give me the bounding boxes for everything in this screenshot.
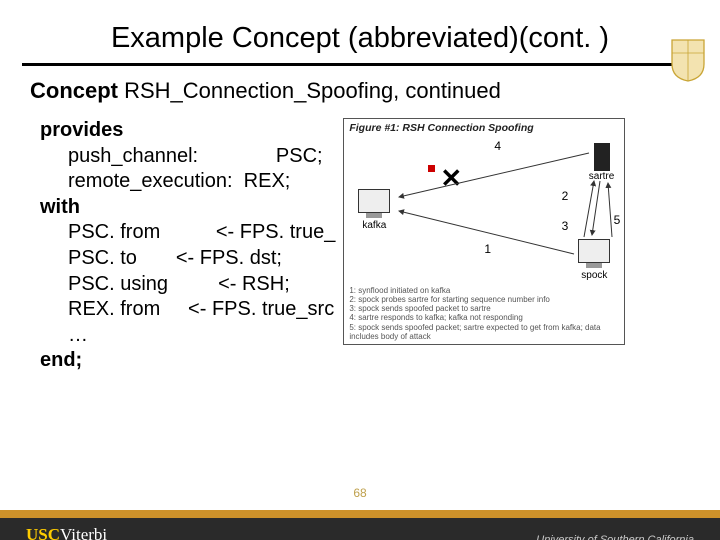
code-line: push_channel: <box>68 145 198 167</box>
caption-line: 1: synflood initiated on kafka <box>349 286 619 295</box>
viterbi-text: Viterbi <box>60 525 107 540</box>
title-divider <box>22 63 698 66</box>
code-line: REX; <box>244 170 291 192</box>
code-line: <- FPS. true_ <box>216 221 336 243</box>
code-line: PSC. using <box>68 273 168 295</box>
page-number: 68 <box>353 486 366 500</box>
x-icon: ✕ <box>440 163 462 194</box>
arrow-number: 5 <box>614 213 621 227</box>
slide-title: Example Concept (abbreviated)(cont. ) <box>0 22 720 55</box>
code-line: REX. from <box>68 298 160 320</box>
arrow-number: 4 <box>494 139 501 153</box>
arrow-number: 3 <box>562 219 569 233</box>
red-dot-icon <box>428 165 435 172</box>
footer-logo-left: USCViterbi School of Engineering <box>26 525 125 540</box>
code-line: <- FPS. true_src <box>188 298 334 320</box>
kw-with: with <box>40 196 80 218</box>
code-line: PSC. to <box>68 247 137 269</box>
node-label: spock <box>578 270 610 281</box>
university-text: University of Southern California <box>536 534 694 540</box>
arrow-number: 2 <box>562 189 569 203</box>
node-kafka: kafka <box>358 189 390 231</box>
subtitle-keyword: Concept <box>30 78 118 103</box>
caption-line: 2: spock probes sartre for starting sequ… <box>349 295 619 304</box>
subtitle-rest: RSH_Connection_Spoofing, continued <box>118 78 501 103</box>
caption-line: 5: spock sends spoofed packet; sartre ex… <box>349 323 619 341</box>
code-line: PSC; <box>276 145 323 167</box>
figure-title: Figure #1: RSH Connection Spoofing <box>349 122 533 134</box>
node-label: kafka <box>358 220 390 231</box>
code-line: <- RSH; <box>218 273 290 295</box>
footer-bar: USCViterbi School of Engineering Univers… <box>0 510 720 540</box>
arrow-number: 1 <box>484 242 491 256</box>
node-label: sartre <box>589 171 615 182</box>
code-line: PSC. from <box>68 221 160 243</box>
caption-line: 3: spock sends spoofed packet to sartre <box>349 304 619 313</box>
code-block: provides push_channel: PSC; remote_execu… <box>40 118 335 374</box>
code-line: remote_execution: <box>68 170 233 192</box>
kw-provides: provides <box>40 119 123 141</box>
node-sartre: sartre <box>589 143 615 182</box>
code-line: <- FPS. dst; <box>176 247 282 269</box>
node-spock: spock <box>578 239 610 281</box>
figure-diagram: Figure #1: RSH Connection Spoofing sartr… <box>343 118 625 345</box>
usc-text: USC <box>26 525 60 540</box>
figure-caption: 1: synflood initiated on kafka 2: spock … <box>349 286 619 341</box>
kw-end: end; <box>40 349 82 371</box>
usc-shield-icon <box>670 38 706 82</box>
code-line: … <box>68 324 88 346</box>
caption-line: 4: sartre responds to kafka; kafka not r… <box>349 313 619 322</box>
subtitle: Concept RSH_Connection_Spoofing, continu… <box>30 78 700 104</box>
